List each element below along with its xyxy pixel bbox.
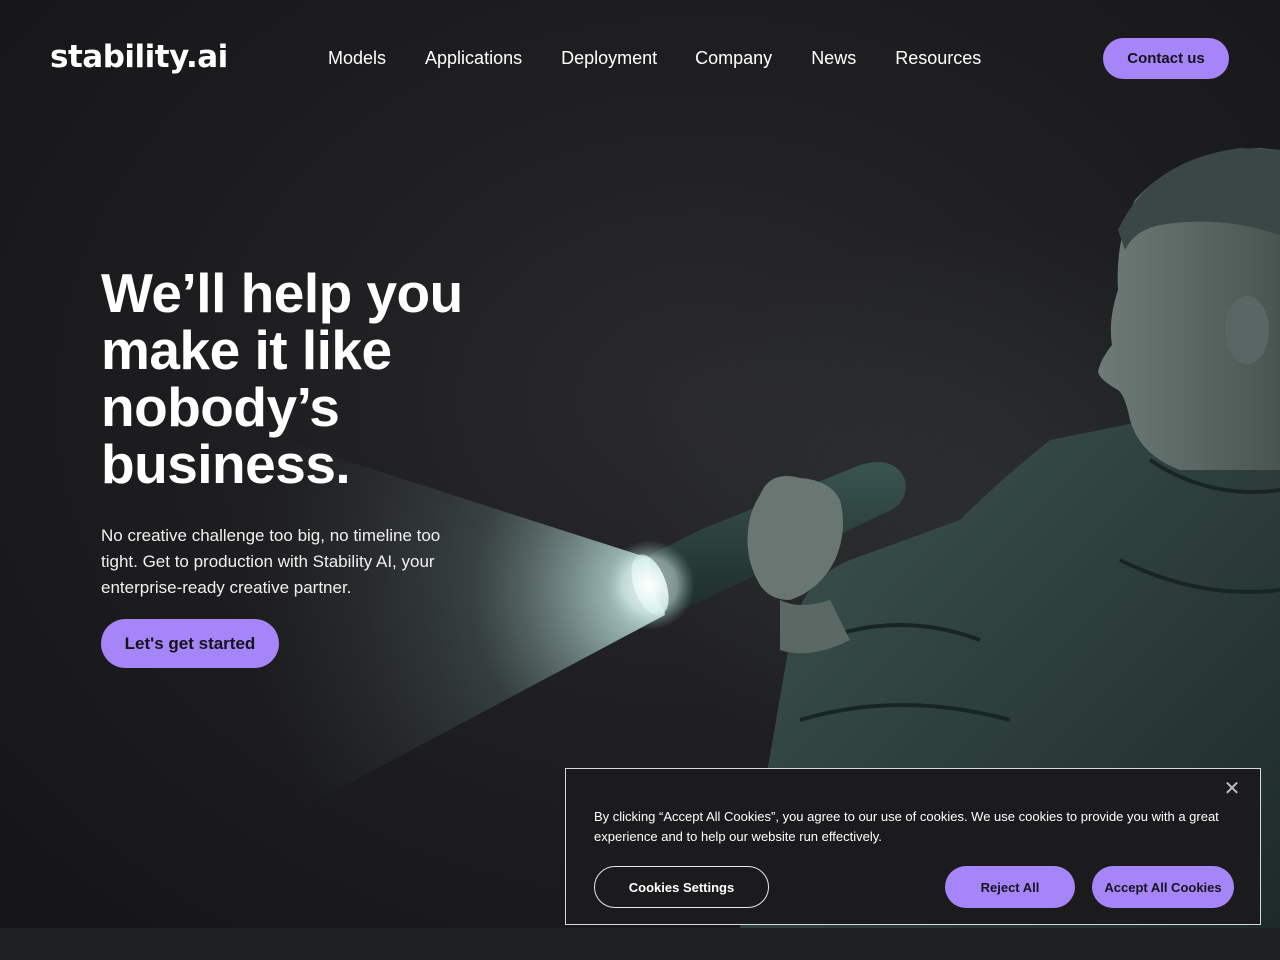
- nav-item-resources[interactable]: Resources: [895, 46, 981, 70]
- close-icon[interactable]: ✕: [1223, 779, 1241, 799]
- page: stability.ai Models Applications Deploym…: [0, 0, 1280, 960]
- get-started-button[interactable]: Let's get started: [101, 619, 279, 668]
- accept-all-cookies-button[interactable]: Accept All Cookies: [1092, 866, 1234, 908]
- stability-logo[interactable]: stability.ai: [50, 36, 228, 78]
- hero-section: stability.ai Models Applications Deploym…: [0, 0, 1280, 928]
- page-bottom-strip: [0, 928, 1280, 960]
- hero-subtext: No creative challenge too big, no timeli…: [101, 526, 441, 597]
- nav-item-applications[interactable]: Applications: [425, 46, 522, 70]
- cookies-settings-button[interactable]: Cookies Settings: [594, 866, 769, 908]
- contact-us-button[interactable]: Contact us: [1103, 38, 1229, 79]
- hero-headline: We’ll help you make it like nobody’s bus…: [101, 262, 463, 495]
- nav-item-company[interactable]: Company: [695, 46, 772, 70]
- cookie-banner: ✕ By clicking “Accept All Cookies”, you …: [565, 768, 1261, 925]
- nav-item-deployment[interactable]: Deployment: [561, 46, 657, 70]
- cookie-message: By clicking “Accept All Cookies”, you ag…: [594, 809, 1219, 844]
- main-nav: Models Applications Deployment Company N…: [328, 46, 981, 70]
- nav-item-models[interactable]: Models: [328, 46, 386, 70]
- reject-all-button[interactable]: Reject All: [945, 866, 1075, 908]
- nav-item-news[interactable]: News: [811, 46, 856, 70]
